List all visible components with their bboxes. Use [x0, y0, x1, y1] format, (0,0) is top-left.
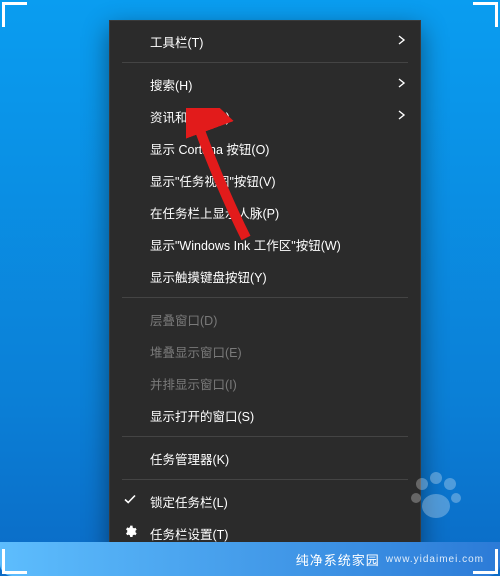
menu-item-label: 显示"任务视图"按钮(V): [150, 171, 276, 190]
check-icon: [124, 494, 136, 509]
menu-item-label: 工具栏(T): [150, 32, 203, 51]
menu-item-label: 在任务栏上显示人脉(P): [150, 203, 279, 222]
menu-item-label: 层叠窗口(D): [150, 310, 217, 329]
menu-item-toolbar[interactable]: 工具栏(T): [110, 25, 420, 57]
menu-item-label: 任务栏设置(T): [150, 524, 228, 543]
crop-corner-icon: [2, 549, 27, 574]
crop-corner-icon: [473, 2, 498, 27]
menu-item-cortana-button[interactable]: 显示 Cortana 按钮(O): [110, 132, 420, 164]
menu-item-show-open-windows[interactable]: 显示打开的窗口(S): [110, 399, 420, 431]
menu-item-label: 并排显示窗口(I): [150, 374, 237, 393]
menu-item-task-manager[interactable]: 任务管理器(K): [110, 442, 420, 474]
menu-item-lock-taskbar[interactable]: 锁定任务栏(L): [110, 485, 420, 517]
chevron-right-icon: [398, 109, 406, 123]
menu-item-search[interactable]: 搜索(H): [110, 68, 420, 100]
menu-item-task-view-button[interactable]: 显示"任务视图"按钮(V): [110, 164, 420, 196]
menu-item-label: 显示触摸键盘按钮(Y): [150, 267, 267, 286]
menu-separator: [122, 479, 408, 480]
chevron-right-icon: [398, 77, 406, 91]
crop-corner-icon: [2, 2, 27, 27]
menu-separator: [122, 297, 408, 298]
paw-watermark-icon: [404, 468, 464, 528]
watermark-bar: 纯净系统家园 www.yidaimei.com: [0, 542, 500, 576]
menu-item-side-by-side: 并排显示窗口(I): [110, 367, 420, 399]
crop-corner-icon: [473, 549, 498, 574]
menu-item-touch-keyboard[interactable]: 显示触摸键盘按钮(Y): [110, 260, 420, 292]
menu-item-label: 锁定任务栏(L): [150, 492, 228, 511]
menu-separator: [122, 436, 408, 437]
menu-item-label: 任务管理器(K): [150, 449, 229, 468]
menu-item-people-on-taskbar[interactable]: 在任务栏上显示人脉(P): [110, 196, 420, 228]
menu-item-label: 堆叠显示窗口(E): [150, 342, 242, 361]
menu-item-stack-windows: 堆叠显示窗口(E): [110, 335, 420, 367]
menu-separator: [122, 62, 408, 63]
menu-item-windows-ink[interactable]: 显示"Windows Ink 工作区"按钮(W): [110, 228, 420, 260]
menu-item-label: 显示"Windows Ink 工作区"按钮(W): [150, 235, 341, 254]
gear-icon: [123, 525, 137, 542]
menu-item-label: 显示 Cortana 按钮(O): [150, 139, 269, 158]
watermark-title: 纯净系统家园: [296, 550, 380, 569]
menu-item-news-interests[interactable]: 资讯和兴趣(N): [110, 100, 420, 132]
menu-item-label: 资讯和兴趣(N): [150, 107, 230, 126]
taskbar-context-menu: 工具栏(T) 搜索(H) 资讯和兴趣(N) 显示 Cortana 按钮(O) 显…: [109, 20, 421, 554]
chevron-right-icon: [398, 34, 406, 48]
menu-item-label: 搜索(H): [150, 75, 192, 94]
watermark-subtitle: www.yidaimei.com: [386, 554, 484, 565]
menu-item-label: 显示打开的窗口(S): [150, 406, 254, 425]
menu-item-cascade-windows: 层叠窗口(D): [110, 303, 420, 335]
